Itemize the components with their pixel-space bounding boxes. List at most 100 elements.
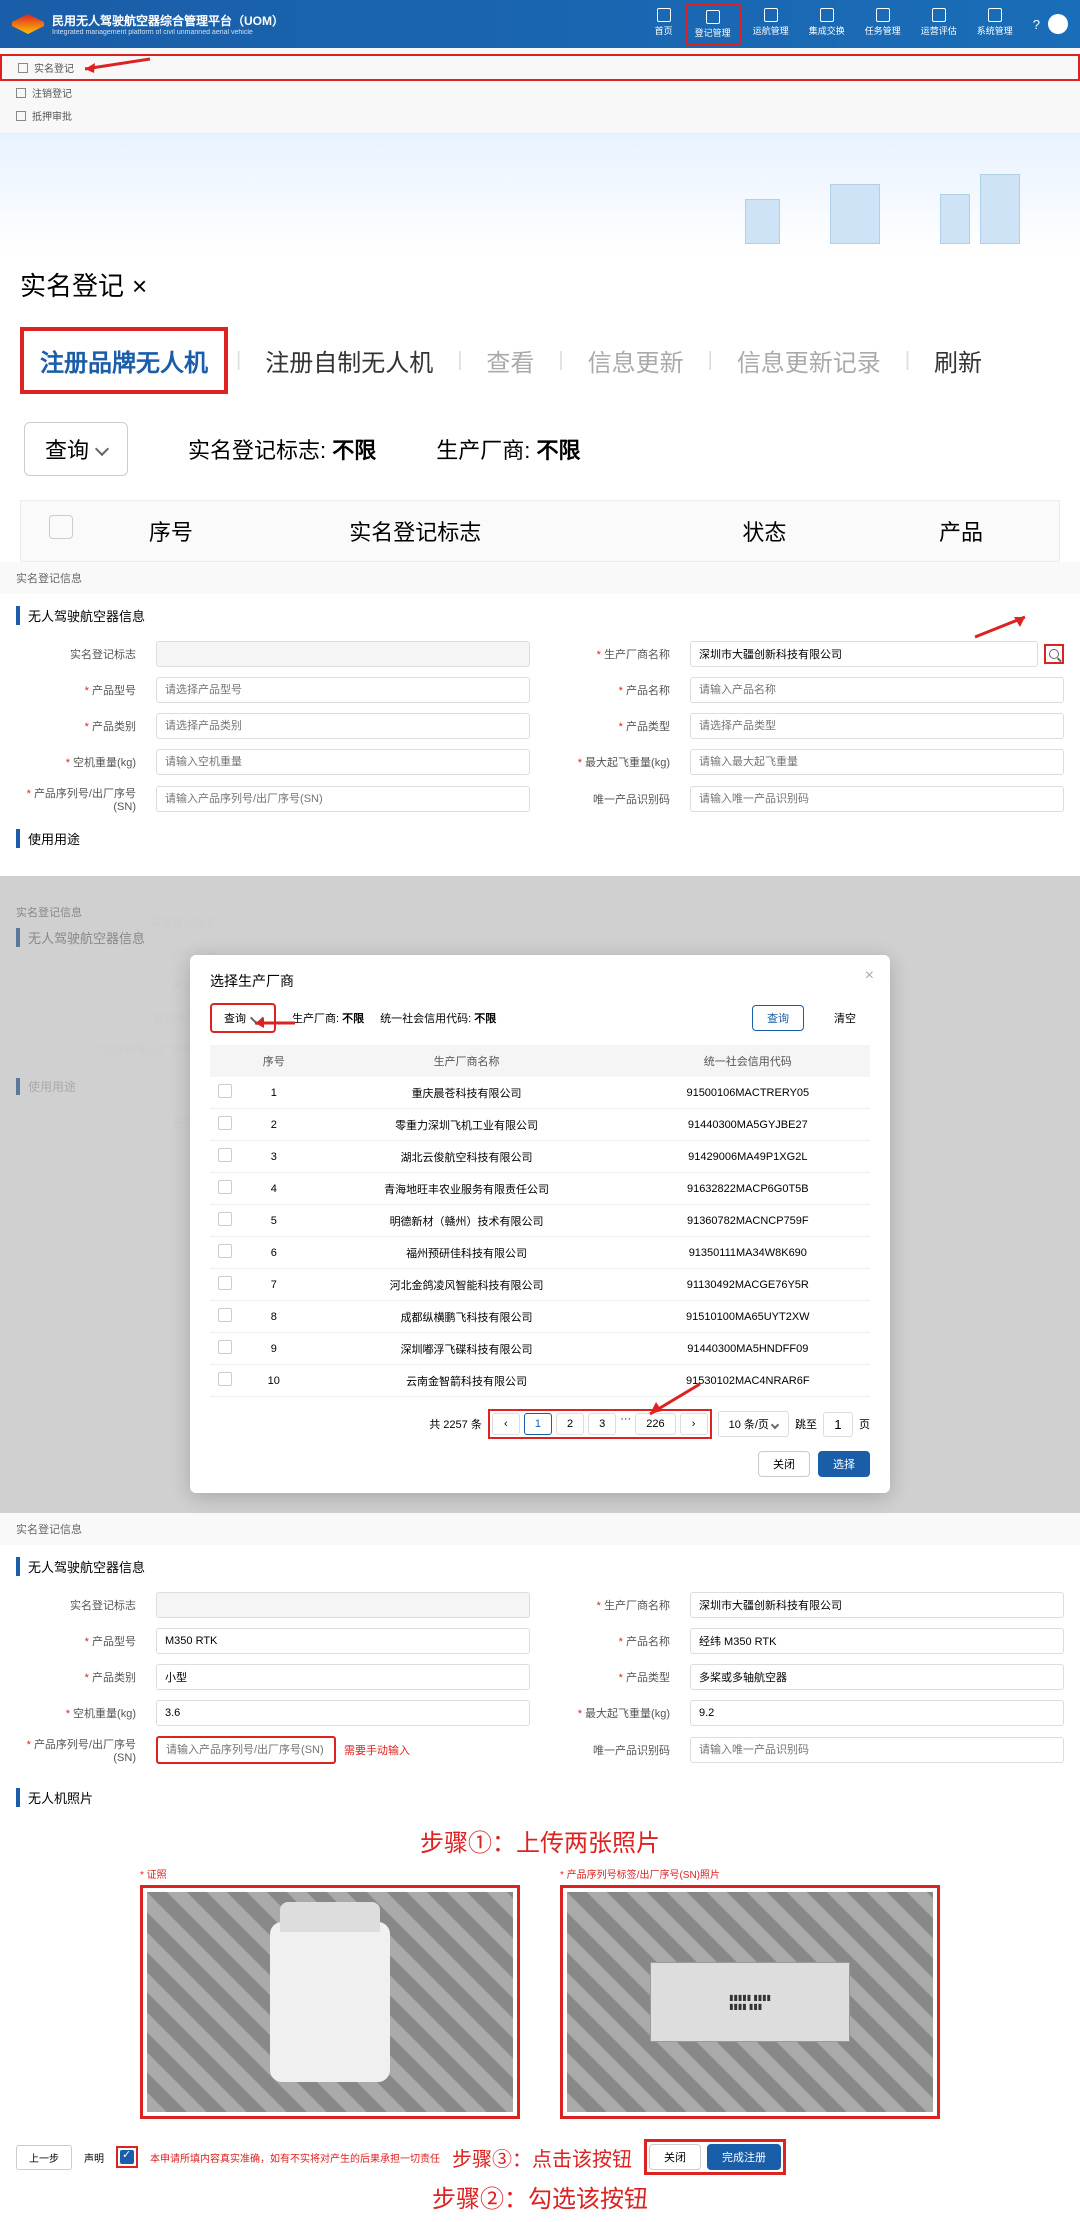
panel-title: 无人驾驶航空器信息 — [16, 606, 1064, 625]
tab-register-diy[interactable]: 注册自制无人机 — [249, 331, 449, 390]
table-row[interactable]: 1重庆晨苍科技有限公司91500106MACTRERY05 — [210, 1077, 870, 1109]
ops-icon — [932, 8, 946, 22]
th-name: 生产厂商名称 — [308, 1045, 626, 1077]
modal-search-button[interactable]: 查询 — [752, 1005, 804, 1031]
tab-refresh[interactable]: 刷新 — [918, 331, 998, 390]
banner — [0, 134, 1080, 254]
input-sn[interactable] — [156, 786, 530, 812]
input-type[interactable] — [690, 713, 1064, 739]
photo-upload-right[interactable]: ▮▮▮▮▮ ▮▮▮▮▮▮▮▮ ▮▮▮ — [560, 1885, 940, 2119]
input-model[interactable] — [156, 1628, 530, 1654]
row-checkbox[interactable] — [218, 1212, 232, 1226]
prev-button[interactable]: 上一步 — [16, 2145, 72, 2170]
sidebar-menu: 实名登记 注销登记 抵押审批 — [0, 48, 1080, 134]
sidebar-item-cancel[interactable]: 注销登记 — [0, 81, 1080, 104]
table-row[interactable]: 9深圳嘟浮飞碟科技有限公司91440300MA5HNDFF09 — [210, 1333, 870, 1365]
step1-label: 步骤①：上传两张照片 — [16, 1823, 1064, 1858]
per-page-select[interactable]: 10 条/页 — [718, 1411, 789, 1437]
declare-checkbox[interactable] — [120, 2150, 134, 2164]
close-button[interactable]: 关闭 — [649, 2144, 701, 2170]
input-uid[interactable] — [690, 1737, 1064, 1763]
input-name[interactable] — [690, 677, 1064, 703]
chevron-down-icon — [771, 1421, 779, 1429]
tab-register-brand[interactable]: 注册品牌无人机 — [20, 327, 228, 394]
th-check — [210, 1045, 240, 1077]
input-category[interactable] — [156, 713, 530, 739]
modal-close-button[interactable]: × — [865, 967, 874, 985]
nav-system[interactable]: 系统管理 — [969, 4, 1021, 45]
table-row[interactable]: 3湖北云俊航空科技有限公司91429006MA49P1XG2L — [210, 1141, 870, 1173]
page-2[interactable]: 2 — [556, 1413, 584, 1435]
register-icon — [706, 10, 720, 24]
sidebar-item-realname[interactable]: 实名登记 — [0, 54, 1080, 81]
label-model: 产品型号 — [16, 682, 136, 698]
modal-cancel-button[interactable]: 关闭 — [758, 1451, 810, 1477]
input-uid[interactable] — [690, 786, 1064, 812]
arrow-annotation — [80, 54, 160, 84]
label-category: 产品类别 — [16, 1669, 136, 1685]
label-maxweight: 最大起飞重量(kg) — [550, 754, 670, 770]
task-icon — [876, 8, 890, 22]
exchange-icon — [820, 8, 834, 22]
table-row[interactable]: 10云南金智箭科技有限公司91530102MAC4NRAR6F — [210, 1365, 870, 1397]
page-prev[interactable]: ‹ — [492, 1413, 520, 1435]
row-checkbox[interactable] — [218, 1244, 232, 1258]
help-icon[interactable]: ? — [1033, 17, 1040, 32]
photo-upload-left[interactable] — [140, 1885, 520, 2119]
input-name[interactable] — [690, 1628, 1064, 1654]
tab-view[interactable]: 查看 — [470, 331, 550, 390]
producer-table: 序号 生产厂商名称 统一社会信用代码 1重庆晨苍科技有限公司91500106MA… — [210, 1045, 870, 1397]
input-type[interactable] — [690, 1664, 1064, 1690]
table-row[interactable]: 2零重力深圳飞机工业有限公司91440300MA5GYJBE27 — [210, 1109, 870, 1141]
row-checkbox[interactable] — [218, 1340, 232, 1354]
page-1[interactable]: 1 — [524, 1413, 552, 1435]
row-checkbox[interactable] — [218, 1276, 232, 1290]
table-row[interactable]: 6福州预研佳科技有限公司91350111MA34W8K690 — [210, 1237, 870, 1269]
row-checkbox[interactable] — [218, 1116, 232, 1130]
tab-update-log[interactable]: 信息更新记录 — [721, 331, 897, 390]
input-producer[interactable] — [690, 641, 1038, 667]
doc-icon — [16, 111, 26, 121]
submit-button[interactable]: 完成注册 — [707, 2144, 781, 2170]
table-row[interactable]: 7河北金鸽凌风智能科技有限公司91130492MACGE76Y5R — [210, 1269, 870, 1301]
select-all-checkbox[interactable] — [49, 515, 73, 539]
row-checkbox[interactable] — [218, 1372, 232, 1386]
jump-input[interactable] — [823, 1412, 853, 1437]
input-weight[interactable] — [156, 1700, 530, 1726]
modal-clear-button[interactable]: 清空 — [820, 1006, 870, 1030]
modal-select-button[interactable]: 选择 — [818, 1451, 870, 1477]
row-checkbox[interactable] — [218, 1148, 232, 1162]
row-checkbox[interactable] — [218, 1180, 232, 1194]
producer-modal: 选择生产厂商 × 查询 生产厂商: 不限 统一社会信用代码: 不限 查询 清空 … — [190, 955, 890, 1493]
th-code: 统一社会信用代码 — [626, 1045, 870, 1077]
row-checkbox[interactable] — [218, 1084, 232, 1098]
label-model: 产品型号 — [16, 1633, 136, 1649]
input-model[interactable] — [156, 677, 530, 703]
input-weight[interactable] — [156, 749, 530, 775]
system-icon — [988, 8, 1002, 22]
input-sn[interactable] — [156, 1736, 336, 1764]
page-title-bar: 实名登记× — [0, 254, 1080, 315]
input-category[interactable] — [156, 1664, 530, 1690]
page-3[interactable]: 3 — [588, 1413, 616, 1435]
nav-flight[interactable]: 运航管理 — [745, 4, 797, 45]
nav-home[interactable]: 首页 — [647, 4, 681, 45]
avatar[interactable] — [1048, 14, 1068, 34]
table-row[interactable]: 4青海地旺丰农业服务有限责任公司91632822MACP6G0T5B — [210, 1173, 870, 1205]
nav-ops[interactable]: 运营评估 — [913, 4, 965, 45]
table-row[interactable]: 8成都纵横鹏飞科技有限公司91510100MA65UYT2XW — [210, 1301, 870, 1333]
input-maxweight[interactable] — [690, 749, 1064, 775]
nav-task[interactable]: 任务管理 — [857, 4, 909, 45]
label-uid: 唯一产品识别码 — [550, 1742, 670, 1758]
input-maxweight[interactable] — [690, 1700, 1064, 1726]
table-row[interactable]: 5明德新材（赣州）技术有限公司91360782MACNCP759F — [210, 1205, 870, 1237]
sidebar-item-mortgage[interactable]: 抵押审批 — [0, 104, 1080, 127]
producer-search-button[interactable] — [1044, 644, 1064, 664]
close-icon[interactable]: × — [132, 271, 147, 301]
nav-exchange[interactable]: 集成交换 — [801, 4, 853, 45]
input-producer[interactable] — [690, 1592, 1064, 1618]
row-checkbox[interactable] — [218, 1308, 232, 1322]
query-dropdown[interactable]: 查询 — [24, 422, 128, 476]
nav-register[interactable]: 登记管理 — [685, 4, 741, 45]
tab-update[interactable]: 信息更新 — [572, 331, 700, 390]
